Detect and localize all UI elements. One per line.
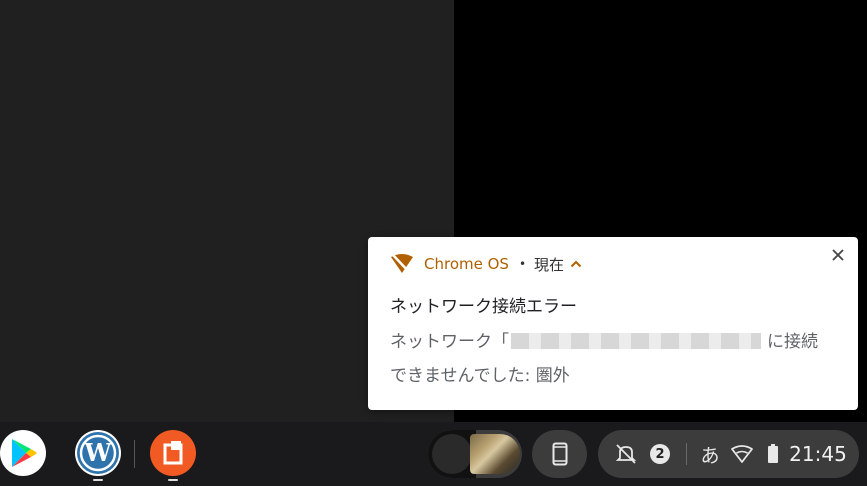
- play-store-icon[interactable]: [0, 430, 46, 476]
- message-prefix: ネットワーク「: [390, 332, 509, 352]
- wordpress-running-indicator: [93, 479, 103, 481]
- notification-title: ネットワーク接続エラー: [390, 297, 577, 317]
- shelf: W 2 あ 21:45: [0, 422, 867, 486]
- window-thumbnail-image: [470, 434, 520, 474]
- orange-app-icon[interactable]: [150, 430, 196, 476]
- overview-button[interactable]: [428, 430, 522, 478]
- notification-message: ネットワーク「 に接続できませんでした: 圏外: [390, 325, 830, 393]
- chevron-up-icon[interactable]: [570, 258, 582, 270]
- wifi-icon: [730, 430, 754, 478]
- wifi-off-icon: [390, 252, 414, 276]
- battery-icon: [764, 430, 782, 478]
- notification-count-badge: 2: [648, 430, 672, 478]
- status-separator: [686, 443, 687, 465]
- ime-indicator: あ: [700, 444, 720, 467]
- phone-icon: [552, 442, 567, 466]
- notification-popup[interactable]: Chrome OS • 現在 ネットワーク接続エラー ネットワーク「 に接続できま…: [368, 237, 858, 410]
- app-running-indicator: [168, 479, 178, 481]
- clock: 21:45: [789, 442, 847, 466]
- svg-text:W: W: [84, 438, 113, 467]
- notifications-off-icon: [612, 430, 640, 478]
- phone-hub-button[interactable]: [532, 430, 587, 478]
- wordpress-icon[interactable]: W: [75, 430, 121, 476]
- status-area[interactable]: 2 あ 21:45: [598, 430, 859, 478]
- notification-time: 現在: [534, 255, 565, 274]
- notification-app-name: Chrome OS: [424, 255, 509, 273]
- window-thumbnail: [428, 430, 476, 478]
- separator-dot: •: [518, 257, 527, 271]
- redacted-network-name: [511, 332, 761, 349]
- notification-header: Chrome OS • 現在: [390, 252, 582, 276]
- shelf-separator: [134, 440, 135, 468]
- close-icon[interactable]: [830, 247, 846, 263]
